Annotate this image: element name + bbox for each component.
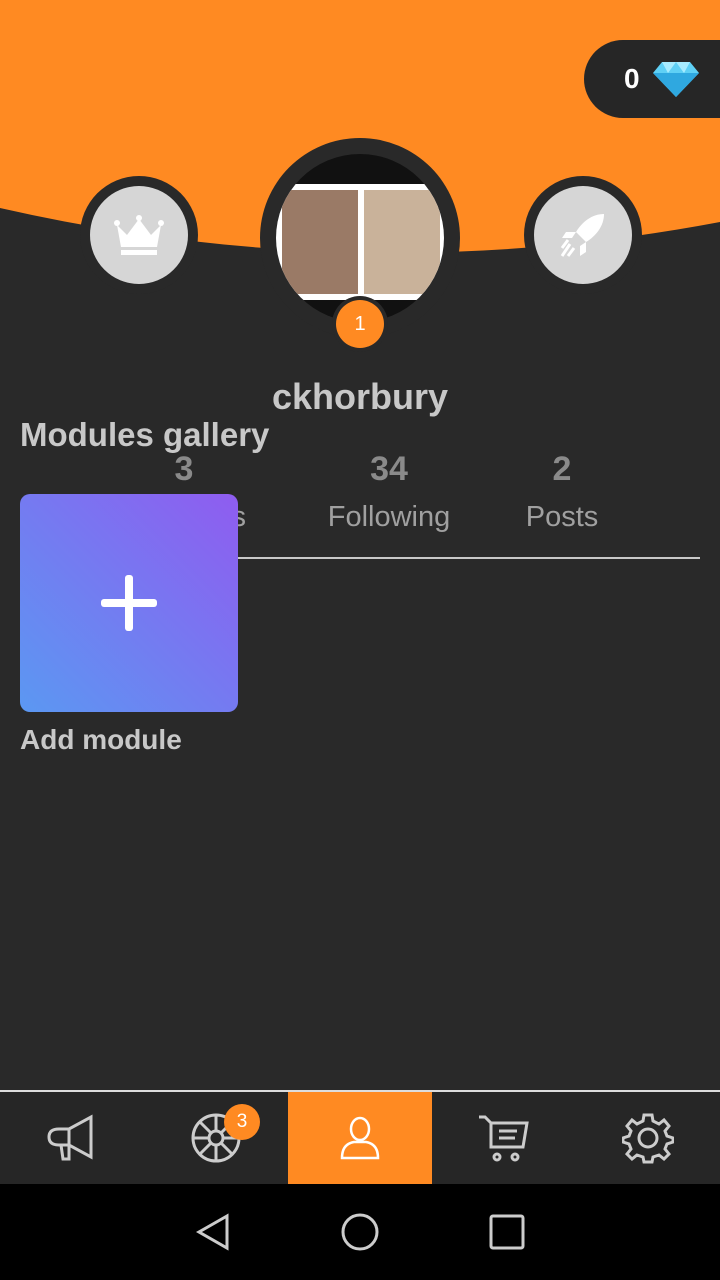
stat-value: 3 bbox=[174, 450, 194, 488]
rocket-icon bbox=[560, 214, 604, 257]
add-module-label: Add module bbox=[20, 724, 182, 755]
notification-badge: 1 bbox=[336, 300, 384, 348]
gems-count: 0 bbox=[624, 63, 640, 94]
avatar-image bbox=[276, 154, 444, 322]
gems-counter[interactable]: 0 bbox=[584, 40, 720, 118]
cart-icon bbox=[479, 1115, 529, 1162]
crown-button[interactable] bbox=[80, 176, 198, 294]
stat-label: Posts bbox=[525, 501, 599, 533]
rocket-button[interactable] bbox=[524, 176, 642, 294]
stat-value: 34 bbox=[370, 450, 408, 488]
stat-value: 2 bbox=[552, 450, 572, 488]
stat-following[interactable]: 34 Following bbox=[289, 450, 489, 534]
username: ckhorbury bbox=[271, 376, 449, 417]
stat-posts[interactable]: 2 Posts bbox=[462, 450, 662, 534]
gear-icon bbox=[622, 1113, 674, 1164]
user-icon bbox=[340, 1116, 380, 1160]
plus-icon bbox=[101, 575, 157, 631]
system-nav-bar bbox=[0, 1184, 720, 1280]
nav-settings[interactable] bbox=[576, 1092, 720, 1184]
nav-wheel[interactable]: 3 bbox=[144, 1092, 288, 1184]
bottom-nav: 3 bbox=[0, 1090, 720, 1184]
home-icon[interactable] bbox=[340, 1212, 380, 1252]
back-icon[interactable] bbox=[195, 1212, 231, 1252]
modules-gallery-title: Modules gallery bbox=[20, 416, 270, 453]
megaphone-icon bbox=[47, 1114, 93, 1161]
recents-icon[interactable] bbox=[489, 1214, 525, 1250]
add-module-button[interactable] bbox=[20, 494, 238, 712]
stat-label: Following bbox=[327, 501, 451, 533]
crown-icon bbox=[114, 215, 164, 255]
nav-profile[interactable] bbox=[288, 1092, 432, 1184]
nav-cart[interactable] bbox=[432, 1092, 576, 1184]
nav-announcements[interactable] bbox=[0, 1092, 144, 1184]
diamond-icon bbox=[652, 62, 699, 97]
wheel-badge: 3 bbox=[224, 1104, 260, 1140]
